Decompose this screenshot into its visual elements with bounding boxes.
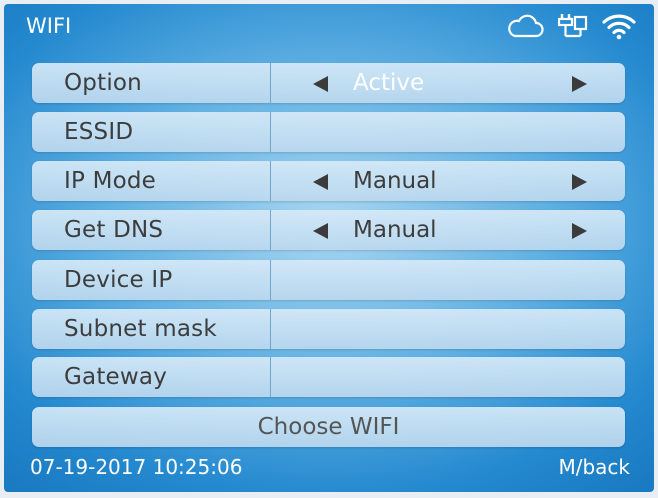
row-option[interactable]: Option Active bbox=[32, 63, 625, 103]
ethernet-icon bbox=[558, 14, 588, 38]
wifi-icon bbox=[602, 14, 636, 40]
arrow-left-icon[interactable] bbox=[313, 223, 328, 239]
status-icons bbox=[506, 12, 636, 40]
row-gateway[interactable]: Gateway bbox=[32, 357, 625, 397]
ip-mode-selector[interactable]: Manual bbox=[271, 161, 625, 201]
row-essid[interactable]: ESSID bbox=[32, 112, 625, 152]
option-selector[interactable]: Active bbox=[271, 63, 625, 103]
row-label: Get DNS bbox=[64, 217, 164, 243]
arrow-left-icon[interactable] bbox=[313, 174, 328, 190]
row-value: Manual bbox=[353, 168, 437, 194]
row-label: Device IP bbox=[64, 267, 173, 293]
arrow-right-icon[interactable] bbox=[572, 223, 587, 239]
arrow-left-icon[interactable] bbox=[313, 76, 328, 92]
essid-field[interactable] bbox=[271, 112, 625, 152]
datetime-readout: 07-19-2017 10:25:06 bbox=[30, 455, 243, 479]
gateway-field[interactable] bbox=[271, 357, 625, 397]
page-title: WIFI bbox=[26, 14, 72, 38]
arrow-right-icon[interactable] bbox=[572, 174, 587, 190]
row-ip-mode[interactable]: IP Mode Manual bbox=[32, 161, 625, 201]
row-value: Active bbox=[353, 70, 425, 96]
row-label: IP Mode bbox=[64, 168, 157, 194]
row-label: Option bbox=[64, 70, 142, 96]
row-label: Gateway bbox=[64, 364, 168, 390]
row-label: ESSID bbox=[64, 119, 134, 145]
subnet-mask-field[interactable] bbox=[271, 309, 625, 349]
row-value: Manual bbox=[353, 217, 437, 243]
arrow-right-icon[interactable] bbox=[572, 76, 587, 92]
choose-wifi-button[interactable]: Choose WIFI bbox=[32, 407, 625, 447]
device-ip-field[interactable] bbox=[271, 260, 625, 300]
row-label: Subnet mask bbox=[64, 316, 217, 342]
back-hint[interactable]: M/back bbox=[558, 455, 630, 479]
get-dns-selector[interactable]: Manual bbox=[271, 210, 625, 250]
cloud-icon bbox=[508, 14, 544, 38]
row-subnet-mask[interactable]: Subnet mask bbox=[32, 309, 625, 349]
wifi-settings-screen: WIFI Option Active ESSID IP Mode Manual … bbox=[4, 4, 654, 492]
row-device-ip[interactable]: Device IP bbox=[32, 260, 625, 300]
row-get-dns[interactable]: Get DNS Manual bbox=[32, 210, 625, 250]
